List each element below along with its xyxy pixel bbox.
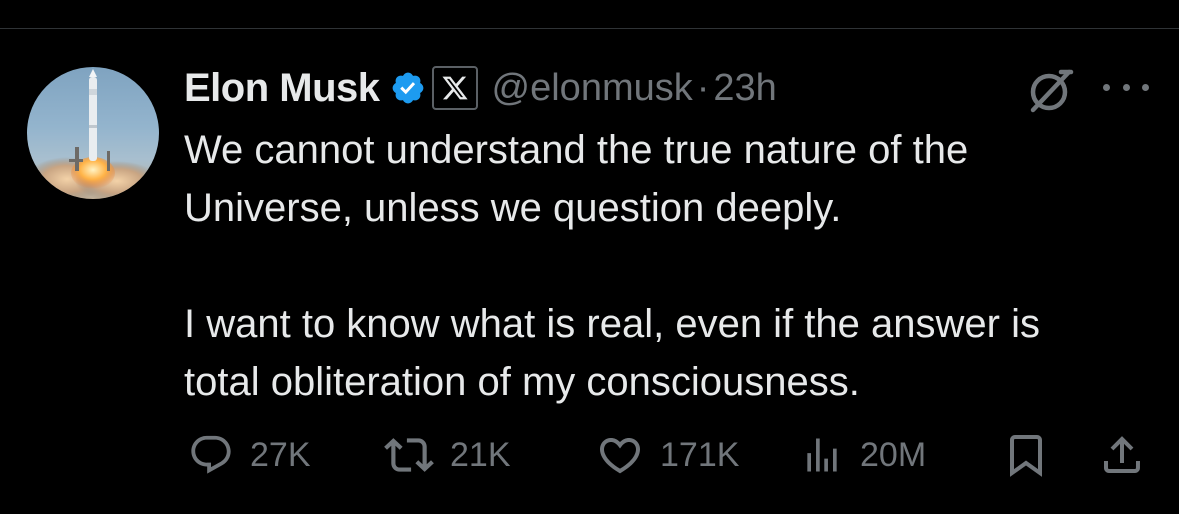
repost-icon <box>384 438 434 472</box>
tweet-paragraph: I want to know what is real, even if the… <box>184 302 1040 404</box>
tweet-text: We cannot understand the true nature of … <box>184 121 1164 411</box>
reply-icon <box>191 435 231 474</box>
bookmark-button[interactable] <box>1002 430 1050 480</box>
views-button[interactable]: 20M <box>800 430 926 480</box>
like-button[interactable]: 171K <box>596 430 739 480</box>
handle[interactable]: @elonmusk <box>492 67 693 110</box>
display-name[interactable]: Elon Musk <box>184 66 380 111</box>
tweet-paragraph: We cannot understand the true nature of … <box>184 128 969 230</box>
timestamp[interactable]: 23h <box>713 67 776 110</box>
views-icon <box>807 438 837 472</box>
rocket-launch-image <box>27 69 159 199</box>
like-icon <box>599 438 641 474</box>
bookmark-icon <box>1010 435 1042 477</box>
reply-count: 27K <box>250 435 311 474</box>
more-dot <box>1103 83 1110 91</box>
avatar[interactable] <box>27 67 159 199</box>
repost-button[interactable]: 21K <box>384 430 511 480</box>
share-button[interactable] <box>1098 430 1146 480</box>
share-icon <box>1104 436 1140 473</box>
x-logo-icon[interactable] <box>431 66 478 110</box>
verified-badge-icon[interactable] <box>390 70 426 106</box>
reply-button[interactable]: 27K <box>188 430 311 480</box>
action-bar: 27K 21K 171K 20M <box>184 430 1149 480</box>
more-dot <box>1122 83 1130 91</box>
more-icon[interactable] <box>1103 72 1149 102</box>
like-count: 171K <box>660 435 740 474</box>
tweet-header: Elon Musk @elonmusk · 23h <box>184 60 777 116</box>
repost-count: 21K <box>450 435 511 474</box>
separator-dot: · <box>696 66 710 109</box>
more-dot <box>1142 83 1149 91</box>
top-divider <box>0 28 1179 29</box>
views-count: 20M <box>860 435 927 474</box>
grok-icon[interactable] <box>1025 66 1075 116</box>
